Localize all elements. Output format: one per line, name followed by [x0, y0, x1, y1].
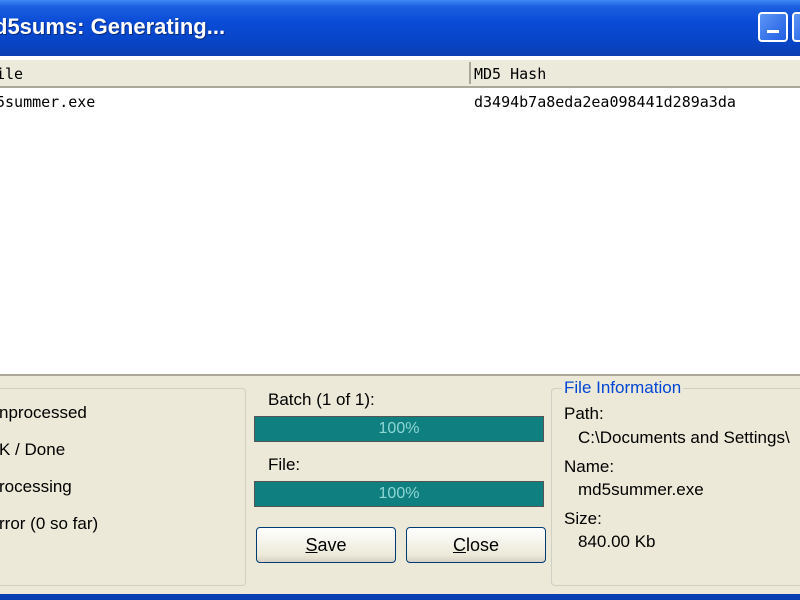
name-value: md5summer.exe — [578, 480, 704, 499]
legend-error: rror (0 so far) — [0, 514, 99, 533]
file-progress-bar: 100% — [254, 481, 544, 507]
column-separator[interactable] — [469, 62, 471, 84]
batch-label: Batch (1 of 1): — [268, 390, 375, 409]
legend-ok-done: K / Done — [0, 440, 66, 459]
column-header-md5-hash[interactable]: MD5 Hash — [474, 60, 800, 86]
path-label: Path: — [564, 404, 604, 423]
status-legend: nprocessed K / Done rocessing rror (0 so… — [0, 388, 246, 586]
batch-progress-bar: 100% — [254, 416, 544, 442]
save-button[interactable]: Save — [256, 527, 396, 563]
name-label: Name: — [564, 457, 615, 476]
size-label: Size: — [564, 509, 602, 528]
progress-area: Batch (1 of 1): 100% File: 100% Save Clo… — [254, 388, 546, 588]
minimize-button[interactable] — [758, 12, 788, 42]
list-header: ile MD5 Hash — [0, 60, 800, 88]
legend-processing: rocessing — [0, 477, 72, 496]
size-value: 840.00 Kb — [578, 532, 656, 551]
close-label-rest: lose — [465, 535, 500, 555]
save-label-rest: ave — [317, 535, 347, 555]
file-information-title: File Information — [562, 378, 684, 398]
file-name-cell: 5summer.exe — [0, 93, 96, 111]
file-label: File: — [268, 455, 301, 474]
legend-unprocessed: nprocessed — [0, 403, 87, 422]
maximize-button[interactable] — [792, 12, 800, 42]
results-list[interactable]: ile MD5 Hash 5summer.exe d3494b7a8eda2ea… — [0, 56, 800, 376]
column-header-file[interactable]: ile — [0, 60, 456, 86]
save-mnemonic: S — [305, 535, 318, 555]
path-value: C:\Documents and Settings\ — [578, 428, 790, 447]
window-bottom-border — [0, 594, 800, 600]
file-progress-text: 100% — [378, 485, 420, 502]
hash-cell: d3494b7a8eda2ea098441d289a3da — [474, 93, 736, 111]
batch-progress-text: 100% — [378, 420, 420, 437]
list-item[interactable]: 5summer.exe d3494b7a8eda2ea098441d289a3d… — [0, 92, 800, 116]
close-mnemonic: C — [452, 535, 466, 555]
close-button[interactable]: Close — [406, 527, 546, 563]
window-title: d5sums: Generating... — [0, 14, 226, 39]
title-bar: d5sums: Generating... — [0, 0, 800, 56]
